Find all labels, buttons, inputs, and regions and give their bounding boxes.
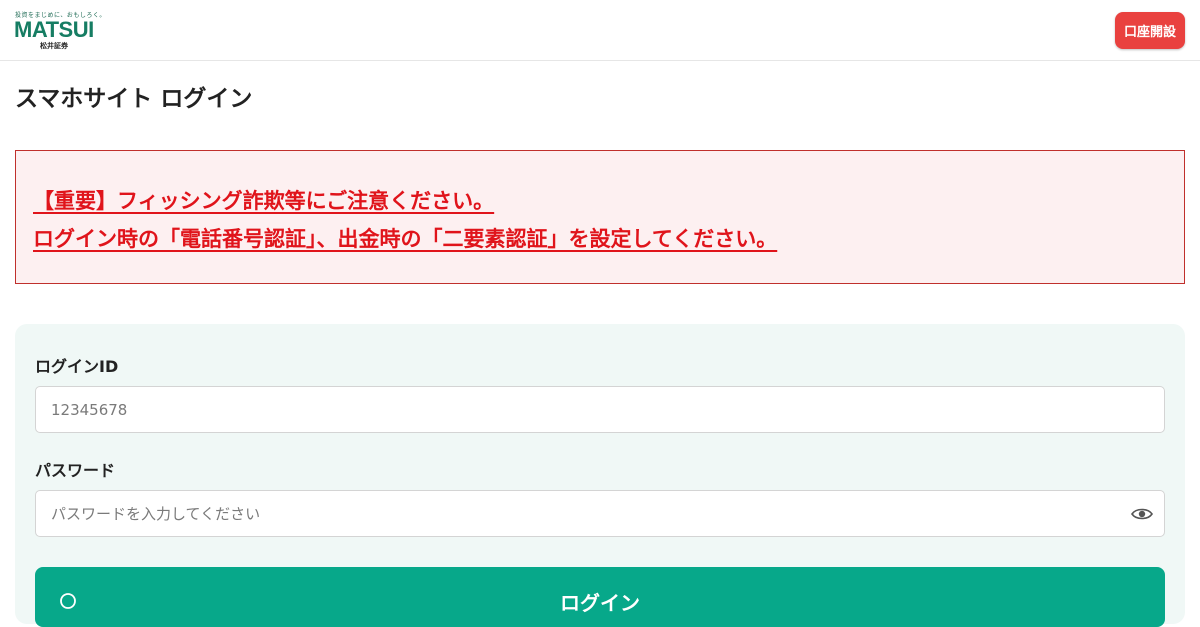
notice-link-phishing[interactable]: 【重要】フィッシング詐欺等にご注意ください。 bbox=[33, 185, 494, 215]
password-input[interactable] bbox=[35, 490, 1165, 537]
logo-subtitle: 松井証券 bbox=[40, 42, 68, 50]
password-label: パスワード bbox=[35, 461, 116, 480]
matsui-logo[interactable]: 投資をまじめに、おもしろく。 MATSUI 松井証券 bbox=[14, 8, 105, 54]
notice-link-authentication[interactable]: ログイン時の「電話番号認証」、出金時の「二要素認証」を設定してください。 bbox=[33, 223, 777, 253]
login-id-label: ログインID bbox=[35, 357, 119, 376]
logo-brand: MATSUI bbox=[14, 17, 94, 42]
login-button-label: ログイン bbox=[560, 591, 640, 615]
login-form: ログインID パスワード ログイン bbox=[15, 324, 1185, 627]
login-button[interactable]: ログイン bbox=[35, 567, 1165, 627]
login-id-input[interactable] bbox=[35, 386, 1165, 433]
open-account-button[interactable]: 口座開設 bbox=[1115, 12, 1185, 49]
page-title: スマホサイト ログイン bbox=[15, 86, 253, 112]
site-header: 投資をまじめに、おもしろく。 MATSUI 松井証券 口座開設 bbox=[0, 0, 1200, 61]
phishing-notice: 【重要】フィッシング詐欺等にご注意ください。 ログイン時の「電話番号認証」、出金… bbox=[15, 150, 1185, 284]
eye-icon[interactable] bbox=[1130, 504, 1154, 524]
